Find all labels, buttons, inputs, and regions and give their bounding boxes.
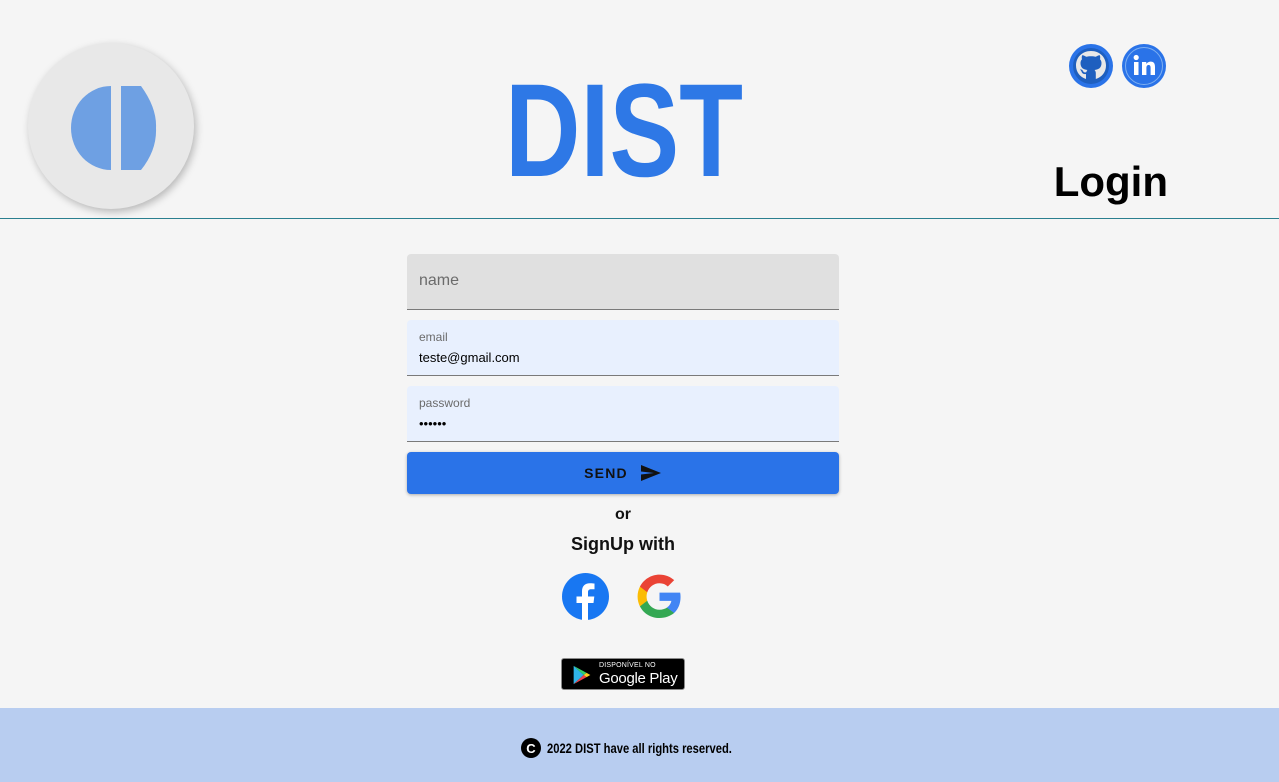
brand-title: DIST: [505, 57, 743, 183]
copyright-icon: C: [521, 738, 541, 758]
google-icon: [637, 574, 681, 619]
page-header: DIST Login: [0, 0, 1279, 219]
password-field[interactable]: password: [407, 386, 839, 442]
name-field[interactable]: [407, 254, 839, 310]
or-separator: or: [615, 506, 631, 523]
copyright-text: 2022 DIST have all rights reserved.: [547, 740, 732, 756]
app-logo-icon: [71, 86, 157, 170]
send-icon: [640, 465, 661, 481]
google-signup-button[interactable]: [636, 573, 683, 620]
google-play-badge[interactable]: DISPONÍVEL NO Google Play: [561, 658, 685, 690]
github-icon: [1069, 44, 1113, 88]
email-label: email: [419, 330, 448, 344]
badge-small-text: DISPONÍVEL NO: [599, 662, 656, 669]
badge-big-text: Google Play: [599, 670, 678, 687]
facebook-signup-button[interactable]: [562, 573, 609, 620]
facebook-icon: [562, 573, 609, 620]
login-form: email password SEND or SignUp with: [407, 254, 839, 555]
page-footer: C 2022 DIST have all rights reserved.: [0, 708, 1279, 782]
app-logo[interactable]: [28, 43, 194, 209]
copyright: C 2022 DIST have all rights reserved.: [521, 738, 778, 758]
google-play-icon: [573, 665, 591, 685]
linkedin-link[interactable]: [1122, 44, 1166, 88]
email-field[interactable]: email: [407, 320, 839, 376]
send-label: SEND: [584, 465, 628, 481]
page-title: Login: [1053, 158, 1168, 205]
linkedin-icon: [1122, 44, 1166, 88]
email-input[interactable]: [419, 350, 819, 365]
signup-heading: SignUp with: [571, 534, 675, 554]
password-input[interactable]: [419, 416, 819, 431]
github-link[interactable]: [1069, 44, 1113, 88]
brand-logo: DIST: [505, 48, 745, 183]
send-button[interactable]: SEND: [407, 452, 839, 494]
name-input[interactable]: [419, 272, 819, 290]
password-label: password: [419, 396, 471, 410]
